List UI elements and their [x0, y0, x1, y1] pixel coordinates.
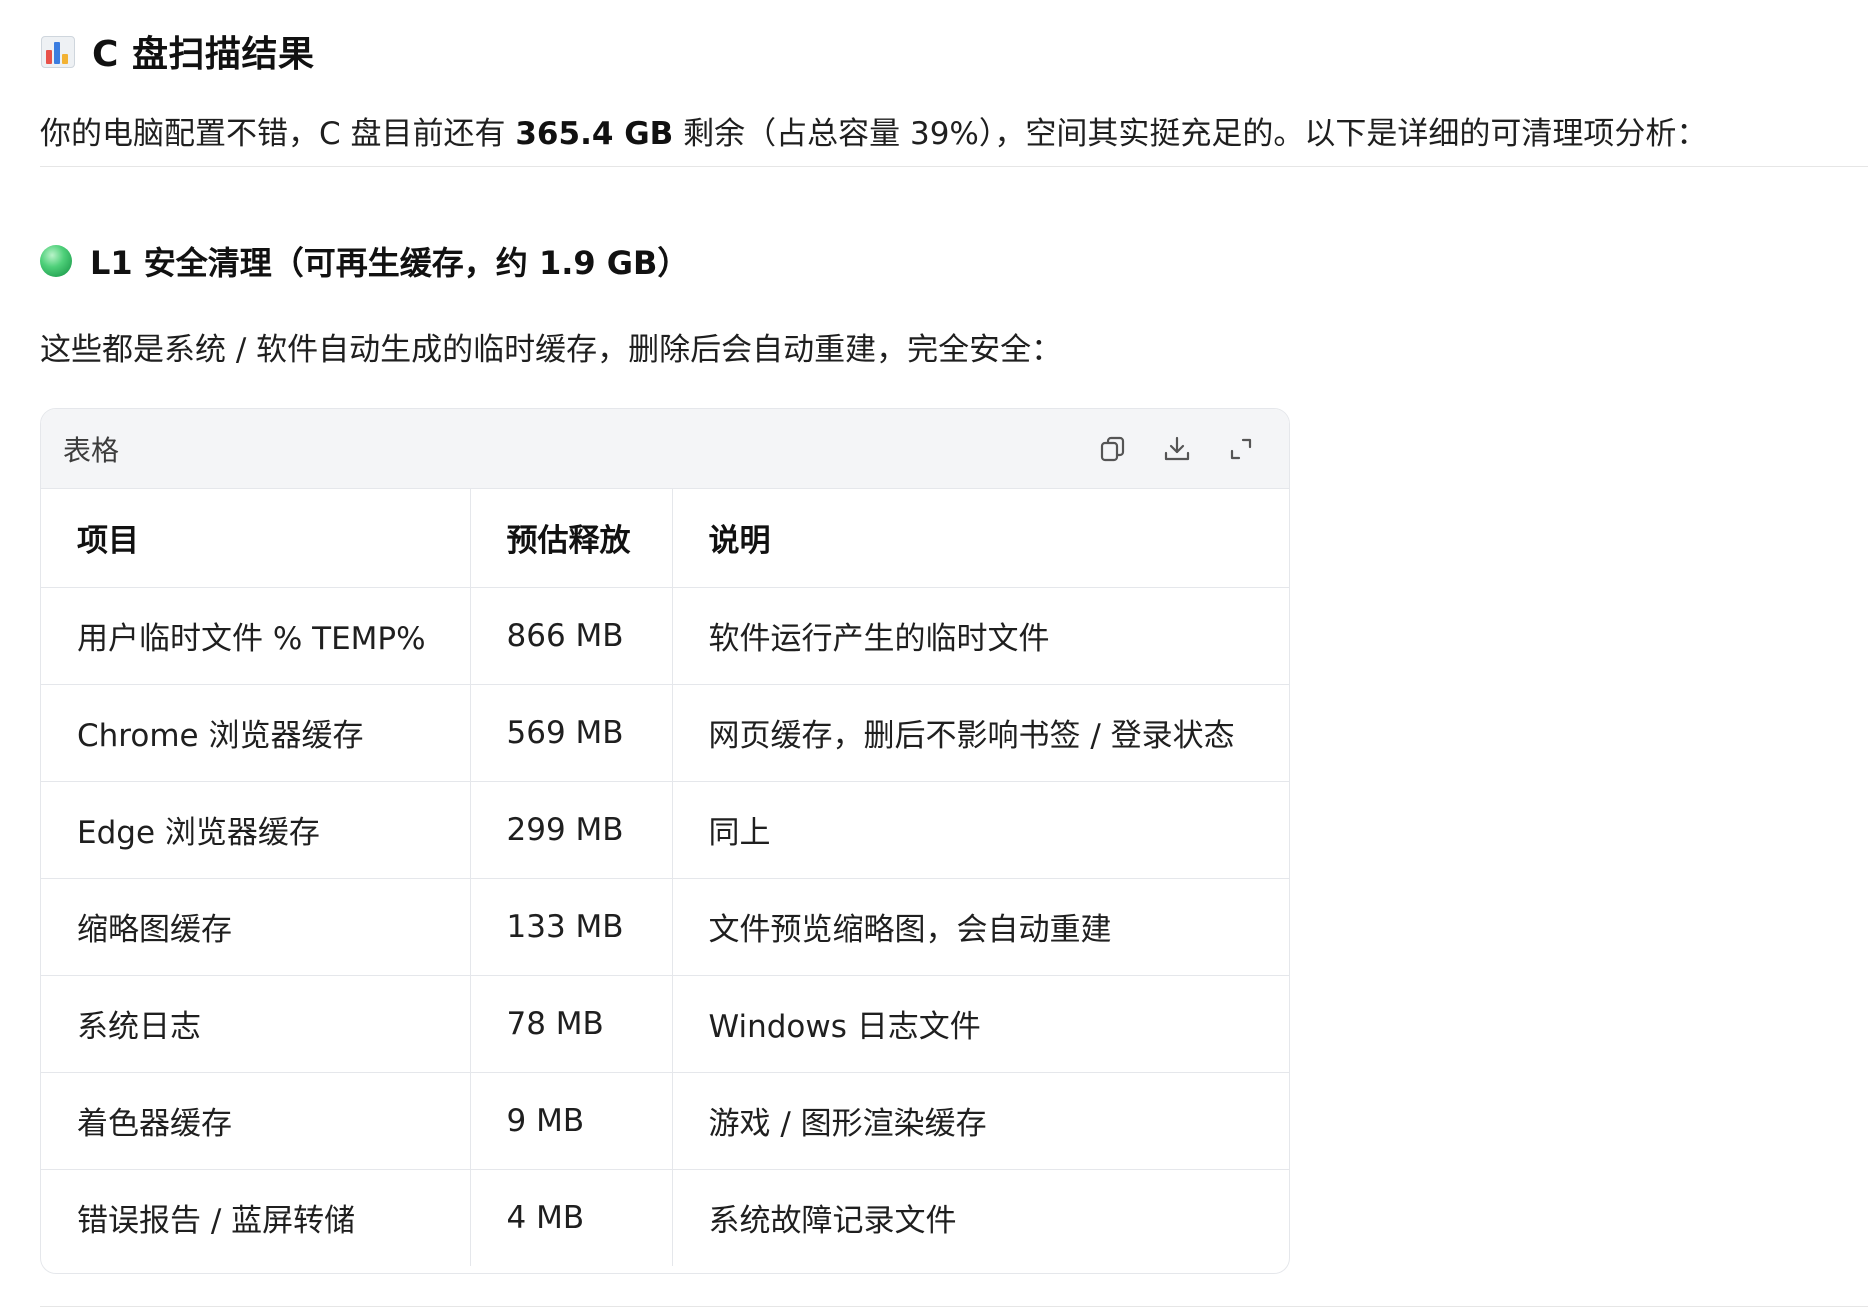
expand-icon[interactable]	[1223, 431, 1259, 467]
cell-desc: 网页缓存，删后不影响书签 / 登录状态	[672, 684, 1289, 782]
bar-chart-icon	[40, 33, 76, 69]
table-tools	[1095, 431, 1259, 467]
table-row: 系统日志 78 MB Windows 日志文件	[41, 975, 1289, 1073]
free-space-value: 365.4 GB	[515, 116, 674, 152]
section-heading: L1 安全清理（可再生缓存，约 1.9 GB）	[40, 236, 689, 286]
cell-desc: 游戏 / 图形渲染缓存	[672, 1072, 1289, 1170]
cell-item: Edge 浏览器缓存	[41, 781, 471, 879]
cell-desc: 文件预览缩略图，会自动重建	[672, 878, 1289, 976]
cell-desc: 系统故障记录文件	[708, 1203, 957, 1240]
intro-paragraph: 你的电脑配置不错，C 盘目前还有 365.4 GB 剩余（占总容量 39%），空…	[40, 112, 1707, 156]
section-description: 这些都是系统 / 软件自动生成的临时缓存，删除后会自动重建，完全安全：	[40, 332, 1063, 368]
cell-size: 78 MB	[470, 975, 673, 1073]
cell-desc: 软件运行产生的临时文件	[672, 587, 1289, 685]
cell-item: 缩略图缓存	[41, 878, 471, 976]
download-icon[interactable]	[1159, 431, 1195, 467]
table-row: 缩略图缓存 133 MB 文件预览缩略图，会自动重建	[41, 878, 1289, 976]
cell-item: 系统日志	[41, 975, 471, 1073]
divider-bottom	[40, 1306, 1868, 1307]
table-row: 用户临时文件 % TEMP% 866 MB 软件运行产生的临时文件	[41, 587, 1289, 685]
cell-item: 错误报告 / 蓝屏转储	[41, 1169, 471, 1266]
cell-item: 用户临时文件 % TEMP%	[41, 587, 471, 685]
cleanup-table: 项目 预估释放 说明 用户临时文件 % TEMP% 866 MB 软件运行产生的…	[41, 489, 1289, 1266]
column-header-item: 项目	[41, 489, 471, 588]
cell-desc: Windows 日志文件	[672, 975, 1289, 1073]
table-card: 表格 项目 预估释放 说明 用户临时文件 % TEMP% 866 MB 软件运行…	[40, 408, 1290, 1274]
green-circle-icon	[40, 245, 72, 277]
table-row: 错误报告 / 蓝屏转储 4 MB 系统故障记录文件	[41, 1169, 1289, 1266]
cell-size: 299 MB	[470, 781, 673, 879]
table-row: Edge 浏览器缓存 299 MB 同上	[41, 781, 1289, 879]
table-row: 着色器缓存 9 MB 游戏 / 图形渲染缓存	[41, 1072, 1289, 1170]
column-header-size: 预估释放	[470, 489, 673, 588]
section-title: L1 安全清理（可再生缓存，约 1.9 GB）	[90, 244, 690, 282]
cell-desc: 同上	[672, 781, 1289, 879]
intro-text-before: 你的电脑配置不错，C 盘目前还有	[40, 116, 516, 152]
column-header-desc: 说明	[672, 489, 1289, 588]
cell-item: Chrome 浏览器缓存	[41, 684, 471, 782]
intro-text-after: 剩余（占总容量 39%），空间其实挺充足的。以下是详细的可清理项分析：	[673, 116, 1708, 152]
cell-item: 着色器缓存	[41, 1072, 471, 1170]
page-title: C 盘扫描结果	[92, 34, 315, 75]
table-header-row: 项目 预估释放 说明	[41, 489, 1289, 588]
cell-size: 866 MB	[470, 587, 673, 685]
table-toolbar: 表格	[41, 409, 1289, 489]
cell-size: 133 MB	[470, 878, 673, 976]
cell-size: 4 MB	[470, 1169, 673, 1266]
copy-icon[interactable]	[1095, 431, 1131, 467]
scan-result-heading: C 盘扫描结果	[40, 26, 314, 76]
table-label: 表格	[63, 433, 120, 467]
cell-size: 9 MB	[470, 1072, 673, 1170]
divider	[40, 166, 1868, 167]
table-row: Chrome 浏览器缓存 569 MB 网页缓存，删后不影响书签 / 登录状态	[41, 684, 1289, 782]
cell-size: 569 MB	[470, 684, 673, 782]
